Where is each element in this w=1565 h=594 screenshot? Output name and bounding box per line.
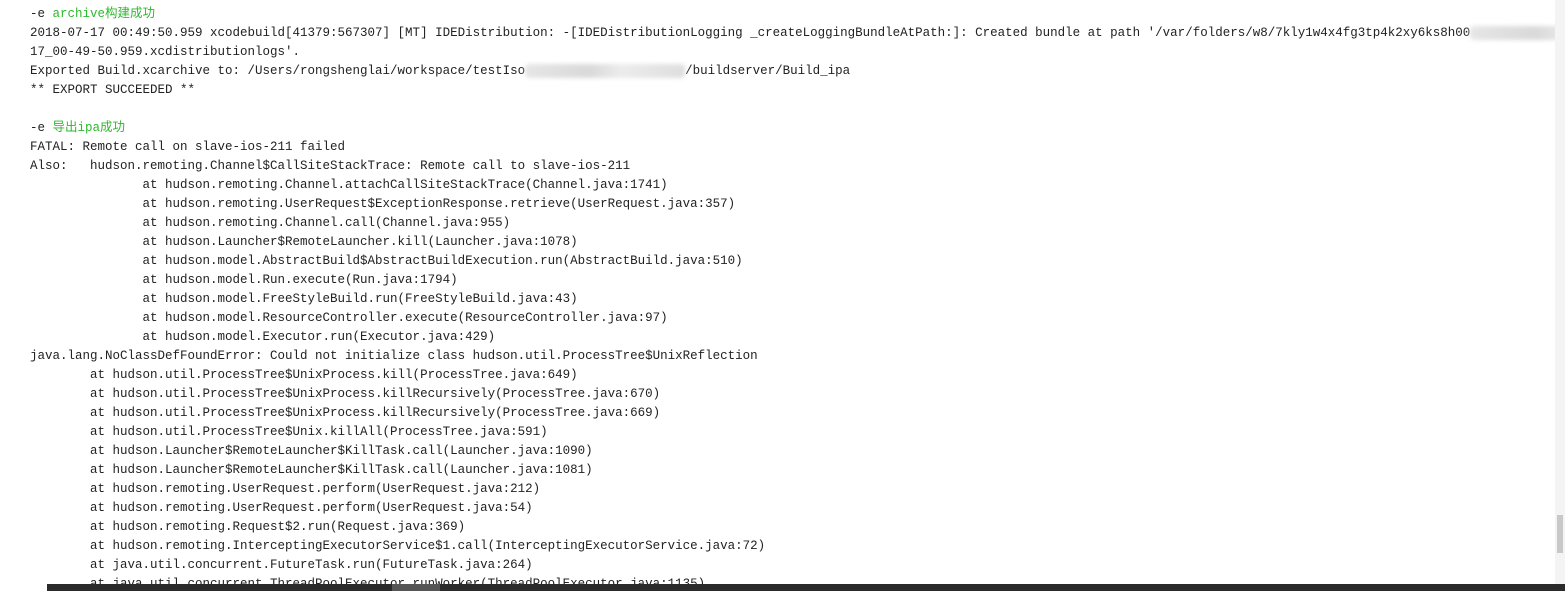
log-text: at hudson.Launcher$RemoteLauncher$KillTa…: [30, 463, 593, 477]
log-text: at hudson.model.Executor.run(Executor.ja…: [30, 330, 496, 344]
log-line: at hudson.model.FreeStyleBuild.run(FreeS…: [30, 290, 1550, 309]
log-line: at hudson.remoting.UserRequest.perform(U…: [30, 499, 1550, 518]
status-message: archive构建成功: [52, 7, 156, 21]
scrollbar-thumb[interactable]: [1557, 515, 1563, 553]
log-text: at hudson.Launcher$RemoteLauncher$KillTa…: [30, 444, 593, 458]
log-prefix: -e: [30, 7, 53, 21]
log-line: at hudson.Launcher$RemoteLauncher$KillTa…: [30, 442, 1550, 461]
log-text: at java.util.concurrent.FutureTask.run(F…: [30, 558, 533, 572]
log-line: at hudson.remoting.InterceptingExecutorS…: [30, 537, 1550, 556]
log-line: at hudson.model.ResourceController.execu…: [30, 309, 1550, 328]
console-output: -e archive构建成功 2018-07-17 00:49:50.959 xc…: [30, 5, 1565, 594]
status-message: 导出ipa成功: [52, 121, 126, 135]
log-line: at hudson.model.Executor.run(Executor.ja…: [30, 328, 1550, 347]
taskbar-button[interactable]: [392, 584, 440, 591]
log-text: ** EXPORT SUCCEEDED **: [30, 83, 196, 97]
log-line: Exported Build.xcarchive to: /Users/rong…: [30, 62, 1550, 81]
log-text-suffix: /buildserver/Build_ipa: [685, 64, 851, 78]
log-line: at hudson.util.ProcessTree$Unix.killAll(…: [30, 423, 1550, 442]
log-text: 17_00-49-50.959.xcdistributionlogs'.: [30, 45, 301, 59]
log-text: at hudson.model.FreeStyleBuild.run(FreeS…: [30, 292, 578, 306]
log-text: at hudson.remoting.UserRequest.perform(U…: [30, 501, 533, 515]
log-text: at hudson.util.ProcessTree$UnixProcess.k…: [30, 406, 661, 420]
log-line: -e 导出ipa成功: [30, 119, 1550, 138]
log-line: at hudson.remoting.Request$2.run(Request…: [30, 518, 1550, 537]
log-text: java.lang.NoClassDefFoundError: Could no…: [30, 349, 758, 363]
log-text: at hudson.model.Run.execute(Run.java:179…: [30, 273, 458, 287]
log-line: at hudson.model.Run.execute(Run.java:179…: [30, 271, 1550, 290]
log-prefix: -e: [30, 121, 53, 135]
log-line: 2018-07-17 00:49:50.959 xcodebuild[41379…: [30, 24, 1565, 43]
redacted-region: [1470, 25, 1565, 40]
log-line: FATAL: Remote call on slave-ios-211 fail…: [30, 138, 1550, 157]
log-line: at hudson.remoting.Channel.attachCallSit…: [30, 176, 1550, 195]
log-line: at java.util.concurrent.FutureTask.run(F…: [30, 556, 1550, 575]
log-line: at hudson.util.ProcessTree$UnixProcess.k…: [30, 385, 1550, 404]
log-text: 2018-07-17 00:49:50.959 xcodebuild[41379…: [30, 26, 1471, 40]
log-text: at hudson.util.ProcessTree$UnixProcess.k…: [30, 368, 578, 382]
log-line: -e archive构建成功: [30, 5, 1550, 24]
log-text: at hudson.remoting.Request$2.run(Request…: [30, 520, 466, 534]
log-text: at hudson.model.ResourceController.execu…: [30, 311, 668, 325]
log-line: ** EXPORT SUCCEEDED **: [30, 81, 1550, 100]
log-text: at hudson.Launcher$RemoteLauncher.kill(L…: [30, 235, 578, 249]
log-line: at hudson.remoting.UserRequest$Exception…: [30, 195, 1550, 214]
log-text: at hudson.remoting.InterceptingExecutorS…: [30, 539, 766, 553]
log-text: at hudson.model.AbstractBuild$AbstractBu…: [30, 254, 743, 268]
log-text: Also: hudson.remoting.Channel$CallSiteSt…: [30, 159, 631, 173]
log-line: java.lang.NoClassDefFoundError: Could no…: [30, 347, 1550, 366]
log-line: Also: hudson.remoting.Channel$CallSiteSt…: [30, 157, 1550, 176]
log-line: 17_00-49-50.959.xcdistributionlogs'.: [30, 43, 1550, 62]
log-text: at hudson.util.ProcessTree$Unix.killAll(…: [30, 425, 548, 439]
log-line: at hudson.Launcher$RemoteLauncher.kill(L…: [30, 233, 1550, 252]
redacted-region: [525, 63, 686, 78]
log-line: at hudson.remoting.UserRequest.perform(U…: [30, 480, 1550, 499]
log-line: at hudson.util.ProcessTree$UnixProcess.k…: [30, 366, 1550, 385]
log-text: FATAL: Remote call on slave-ios-211 fail…: [30, 140, 346, 154]
taskbar: [47, 584, 1565, 591]
log-text: at hudson.remoting.Channel.attachCallSit…: [30, 178, 668, 192]
log-line: at hudson.Launcher$RemoteLauncher$KillTa…: [30, 461, 1550, 480]
log-text: Exported Build.xcarchive to: /Users/rong…: [30, 64, 526, 78]
log-text: at hudson.remoting.UserRequest$Exception…: [30, 197, 736, 211]
log-text: at hudson.util.ProcessTree$UnixProcess.k…: [30, 387, 661, 401]
log-line: at hudson.remoting.Channel.call(Channel.…: [30, 214, 1550, 233]
vertical-scrollbar[interactable]: [1555, 0, 1565, 584]
log-line: at hudson.model.AbstractBuild$AbstractBu…: [30, 252, 1550, 271]
log-text: at hudson.remoting.Channel.call(Channel.…: [30, 216, 511, 230]
log-line: at hudson.util.ProcessTree$UnixProcess.k…: [30, 404, 1550, 423]
log-text: at hudson.remoting.UserRequest.perform(U…: [30, 482, 541, 496]
